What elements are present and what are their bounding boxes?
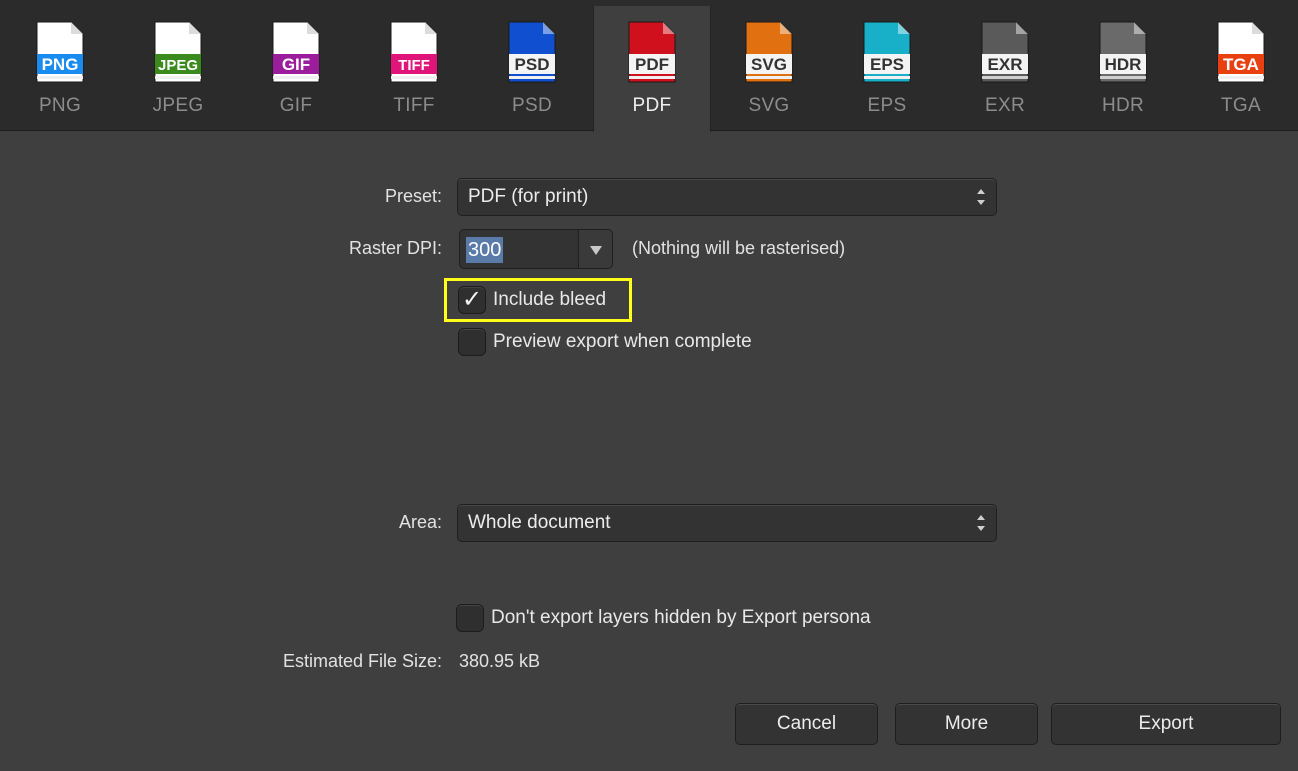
format-tab-hdr[interactable]: HDR HDR [1065, 6, 1181, 130]
format-label: EXR [985, 95, 1025, 116]
area-label: Area: [398, 512, 442, 532]
up-down-arrows-icon [977, 515, 985, 531]
svg-text:TIFF: TIFF [398, 57, 430, 74]
format-label: TGA [1221, 95, 1261, 116]
svg-text:SVG: SVG [751, 55, 787, 74]
preview-export-checkbox[interactable] [458, 328, 486, 356]
format-tab-jpeg[interactable]: JPEG JPEG [120, 6, 236, 130]
format-tab-tiff[interactable]: TIFF TIFF [356, 6, 472, 130]
preset-label: Preset: [384, 186, 442, 206]
format-label: PNG [38, 95, 82, 116]
area-value: Whole document [468, 512, 611, 533]
format-tab-pdf[interactable]: PDF PDF [593, 6, 711, 132]
format-tab-exr[interactable]: EXR EXR [947, 6, 1063, 130]
include-bleed-checkbox[interactable]: ✓ [458, 285, 486, 314]
preset-value: PDF (for print) [468, 186, 589, 207]
format-tab-svg[interactable]: SVG SVG [711, 6, 827, 130]
exr-file-icon: EXR [978, 20, 1032, 89]
format-label: JPEG [152, 95, 204, 116]
svg-text:PDF: PDF [635, 55, 669, 74]
preset-select[interactable]: PDF (for print) [457, 178, 997, 216]
format-label: EPS [867, 95, 907, 116]
file-size-label: Estimated File Size: [282, 651, 442, 671]
format-label: TIFF [393, 95, 435, 116]
psd-file-icon: PSD [505, 20, 559, 89]
svg-text:PSD: PSD [515, 55, 550, 74]
format-label: PSD [512, 95, 552, 116]
svg-text:TGA: TGA [1223, 55, 1259, 74]
tiff-file-icon: TIFF [387, 20, 441, 89]
area-select[interactable]: Whole document [457, 504, 997, 542]
eps-file-icon: EPS [860, 20, 914, 89]
format-label: HDR [1101, 95, 1145, 116]
tga-file-icon: TGA [1214, 20, 1268, 89]
export-button[interactable]: Export [1051, 703, 1281, 745]
svg-text:HDR: HDR [1105, 55, 1142, 74]
dont-export-hidden-label[interactable]: Don't export layers hidden by Export per… [491, 607, 871, 629]
more-button[interactable]: More [895, 703, 1038, 745]
jpeg-file-icon: JPEG [151, 20, 205, 89]
preview-export-label[interactable]: Preview export when complete [493, 331, 752, 353]
format-toolbar: PNG PNG JPEG JPEG GIF GIF TIFF TIFF PSD … [0, 0, 1298, 132]
dont-export-hidden-checkbox[interactable] [456, 604, 484, 632]
cancel-button[interactable]: Cancel [735, 703, 878, 745]
up-down-arrows-icon [977, 189, 985, 205]
checkmark-icon: ✓ [462, 285, 483, 313]
raster-dpi-dropdown-button[interactable] [578, 229, 613, 269]
svg-text:PNG: PNG [42, 55, 79, 74]
format-tab-tga[interactable]: TGA TGA [1183, 6, 1298, 130]
format-label: PDF [632, 95, 672, 116]
file-size-value: 380.95 kB [459, 651, 541, 671]
format-tab-psd[interactable]: PSD PSD [474, 6, 590, 130]
pdf-file-icon: PDF [625, 20, 679, 89]
raster-dpi-value: 300 [466, 237, 504, 263]
png-file-icon: PNG [33, 20, 87, 89]
svg-text:GIF: GIF [282, 55, 310, 74]
svg-file-icon: SVG [742, 20, 796, 89]
hdr-file-icon: HDR [1096, 20, 1150, 89]
raster-dpi-note: (Nothing will be rasterised) [632, 238, 846, 258]
format-tab-gif[interactable]: GIF GIF [238, 6, 354, 130]
triangle-down-icon [590, 246, 602, 255]
gif-file-icon: GIF [269, 20, 323, 89]
svg-text:JPEG: JPEG [158, 57, 198, 74]
raster-dpi-label: Raster DPI: [348, 238, 442, 258]
svg-text:EXR: EXR [988, 55, 1023, 74]
svg-text:EPS: EPS [870, 55, 904, 74]
format-tab-eps[interactable]: EPS EPS [829, 6, 945, 130]
format-label: GIF [279, 95, 313, 116]
include-bleed-label[interactable]: Include bleed [493, 289, 606, 311]
format-label: SVG [748, 95, 790, 116]
format-tab-png[interactable]: PNG PNG [2, 6, 118, 130]
raster-dpi-input[interactable]: 300 [459, 229, 579, 269]
